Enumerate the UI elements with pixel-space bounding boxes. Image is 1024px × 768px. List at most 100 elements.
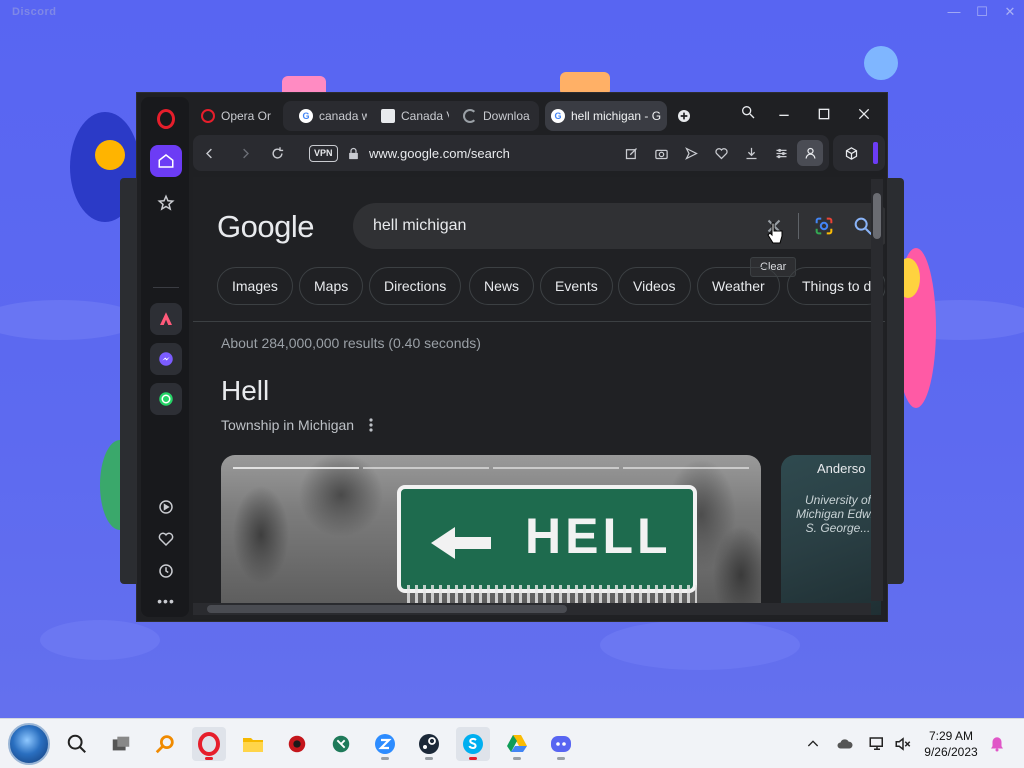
opera-taskbar-icon[interactable] [192,727,226,761]
extensions-bar [833,135,885,171]
arrow-left-icon [431,527,491,559]
clock-date: 9/26/2023 [924,745,978,759]
messenger-icon[interactable] [150,343,182,375]
easy-setup-icon[interactable] [771,143,791,163]
tab-canada-v[interactable]: Canada V [375,101,455,131]
reload-icon[interactable] [267,143,287,163]
network-icon[interactable] [866,733,888,755]
steam-icon[interactable] [412,727,446,761]
app-green-icon[interactable] [324,727,358,761]
horizontal-scrollbar[interactable] [193,603,871,615]
camera-icon[interactable] [651,143,671,163]
tab-opera[interactable]: Opera Or [195,101,277,131]
google-icon: G [551,109,565,123]
google-lens-icon[interactable] [813,215,835,237]
edit-icon[interactable] [621,143,641,163]
accent-indicator [873,142,878,164]
vpn-badge[interactable]: VPN [309,145,338,162]
chip-directions[interactable]: Directions [369,267,462,305]
minimize-button[interactable]: — [942,2,966,22]
hell-sign-photo[interactable]: HELL [221,455,761,615]
chip-videos[interactable]: Videos [618,267,691,305]
tab-downloads[interactable]: Downloa [457,101,537,131]
photo-progress-bar [363,467,489,469]
cloud-decoration [40,620,160,660]
send-icon[interactable] [681,143,701,163]
new-tab-plus-icon[interactable] [673,105,695,127]
zoom-icon[interactable] [368,727,402,761]
google-icon: G [299,109,313,123]
chip-maps[interactable]: Maps [299,267,364,305]
window-minimize-icon[interactable] [773,103,795,125]
favorite-heart-icon[interactable] [711,143,731,163]
map-thumbnail[interactable]: Anderso University of Michigan Edwin S. … [781,455,881,615]
close-button[interactable]: ✕ [998,2,1022,22]
opera-logo-icon[interactable] [157,109,175,129]
chevron-up-icon[interactable] [802,733,824,755]
magnifier-icon[interactable] [148,727,182,761]
volume-muted-icon[interactable] [892,733,914,755]
file-explorer-icon[interactable] [236,727,270,761]
window-close-icon[interactable] [853,103,875,125]
scroll-thumb[interactable] [207,605,567,613]
task-view-icon[interactable] [104,727,138,761]
forward-icon[interactable] [235,143,255,163]
google-logo[interactable]: Google [217,209,314,245]
more-options-icon[interactable] [365,417,377,433]
onedrive-icon[interactable] [834,733,856,755]
profile-icon[interactable] [797,140,823,166]
tab-canada-w[interactable]: G canada w [293,101,373,131]
tab-title: Opera Or [221,109,271,123]
chip-images[interactable]: Images [217,267,293,305]
settings-app-icon[interactable] [280,727,314,761]
discord-taskbar-icon[interactable] [544,727,578,761]
chip-events[interactable]: Events [540,267,613,305]
maximize-button[interactable]: ☐ [970,2,994,22]
aria-ai-icon[interactable] [150,303,182,335]
url-text[interactable]: www.google.com/search [369,146,510,161]
tab-title: hell michigan - G [571,109,661,123]
result-stats: About 284,000,000 results (0.40 seconds) [221,335,481,351]
open-indicator [425,757,433,760]
more-icon[interactable]: ••• [150,585,182,617]
icicles-decoration [407,585,697,605]
star-icon[interactable] [150,187,182,219]
tab-title: canada w [319,109,367,123]
back-icon[interactable] [199,143,219,163]
extensions-cube-icon[interactable] [841,143,861,163]
lock-icon[interactable] [343,143,363,163]
scroll-thumb[interactable] [873,193,881,239]
tab-hell-michigan[interactable]: G hell michigan - G [545,101,667,131]
player-icon[interactable] [150,491,182,523]
character-illustration [95,140,125,170]
whatsapp-icon[interactable] [150,383,182,415]
browser-sidebar: ••• [141,97,189,617]
discord-title: Discord [12,6,57,18]
start-button[interactable] [8,723,50,765]
search-box[interactable] [353,203,885,249]
taskbar: 7:29 AM 9/26/2023 [0,718,1024,768]
search-input[interactable] [373,217,733,235]
mouse-cursor-icon [767,222,783,244]
window-maximize-icon[interactable] [813,103,835,125]
open-indicator [513,757,521,760]
history-icon[interactable] [150,555,182,587]
google-drive-icon[interactable] [500,727,534,761]
home-icon[interactable] [150,145,182,177]
vertical-scrollbar[interactable] [871,179,883,601]
tab-title: Downloa [483,109,530,123]
notification-bell-icon[interactable] [986,733,1008,755]
chip-weather[interactable]: Weather [697,267,780,305]
download-icon[interactable] [741,143,761,163]
tab-search-icon[interactable] [737,101,759,123]
road-sign: HELL [397,485,697,593]
cloud-decoration [0,300,140,340]
search-icon[interactable] [60,727,94,761]
results-divider [193,321,885,322]
heart-icon[interactable] [150,523,182,555]
chip-news[interactable]: News [469,267,535,305]
sign-text: HELL [525,508,672,564]
clock[interactable]: 7:29 AM 9/26/2023 [920,728,982,760]
skype-icon[interactable] [456,727,490,761]
sidebar-divider [153,287,179,288]
